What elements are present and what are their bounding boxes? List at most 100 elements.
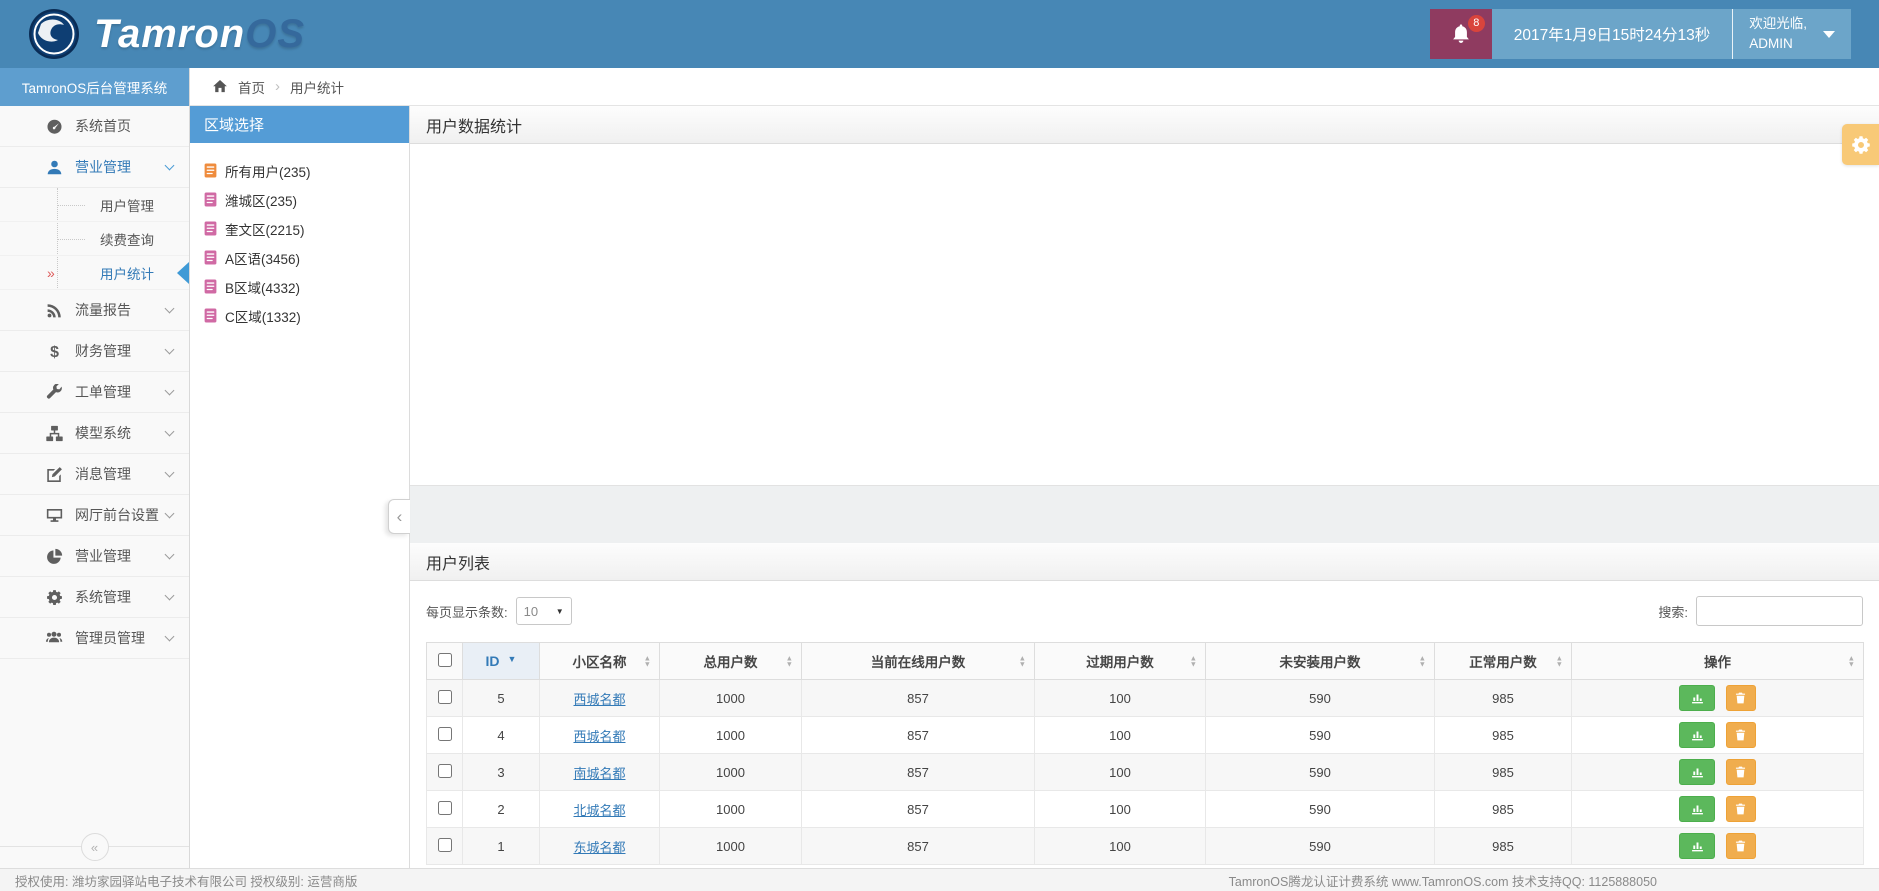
trash-icon xyxy=(1736,729,1746,741)
region-item-a[interactable]: A区语(3456) xyxy=(204,243,409,272)
table-row: 4 西城名都 1000 857 100 590 985 xyxy=(426,716,1864,754)
cell-uninstalled: 590 xyxy=(1205,679,1435,717)
column-header-expired-users[interactable]: 过期用户数 ▲ ▼ xyxy=(1034,642,1206,680)
wrench-icon xyxy=(44,383,64,401)
license-info: 授权使用: 潍坊家园驿站电子技术有限公司 授权级别: 运营商版 xyxy=(15,874,358,889)
sidebar-item-label: 工单管理 xyxy=(75,384,131,400)
search-input[interactable] xyxy=(1696,596,1863,626)
building-icon xyxy=(204,308,217,323)
sidebar-item-model-system[interactable]: 模型系统 xyxy=(0,413,189,454)
building-icon xyxy=(204,221,217,236)
column-header-actions[interactable]: 操作 ▲ ▼ xyxy=(1571,642,1864,680)
column-header-online-users[interactable]: 当前在线用户数 ▲ ▼ xyxy=(801,642,1035,680)
sort-icon[interactable]: ▲ ▼ xyxy=(786,655,793,667)
sort-icon[interactable]: ▲ ▼ xyxy=(644,655,651,667)
sidebar-item-front-desk-settings[interactable]: 网厅前台设置 xyxy=(0,495,189,536)
chart-button[interactable] xyxy=(1679,796,1716,822)
cell-normal: 985 xyxy=(1434,753,1572,791)
sidebar-bottom: « xyxy=(0,833,189,868)
delete-button[interactable] xyxy=(1725,833,1756,859)
column-header-community[interactable]: 小区名称 ▲ ▼ xyxy=(539,642,660,680)
select-all-checkbox[interactable] xyxy=(437,652,452,667)
cell-expired: 100 xyxy=(1034,827,1206,865)
wordmark-part1: Tamron xyxy=(94,11,246,56)
cell-id: 5 xyxy=(462,679,540,717)
breadcrumb-home[interactable]: 首页 xyxy=(238,77,265,97)
region-item-b[interactable]: B区域(4332) xyxy=(204,272,409,301)
dotted-connector xyxy=(58,204,85,206)
bar-chart-icon xyxy=(1691,805,1703,815)
region-item-label: B区域(4332) xyxy=(225,280,301,296)
region-item-c[interactable]: C区域(1332) xyxy=(204,301,409,330)
community-link[interactable]: 南城名都 xyxy=(573,766,625,781)
delete-button[interactable] xyxy=(1725,796,1756,822)
sidebar-item-business-management-2[interactable]: 营业管理 xyxy=(0,536,189,577)
row-checkbox[interactable] xyxy=(437,800,452,815)
row-checkbox[interactable] xyxy=(437,726,452,741)
cell-uninstalled: 590 xyxy=(1205,753,1435,791)
sidebar-subitem-label: 用户管理 xyxy=(100,198,154,214)
community-link[interactable]: 东城名都 xyxy=(573,840,625,855)
community-link[interactable]: 西城名都 xyxy=(573,692,625,707)
sidebar-item-system-management[interactable]: 系统管理 xyxy=(0,577,189,618)
region-item-kuiwen[interactable]: 奎文区(2215) xyxy=(204,214,409,243)
list-panel-title: 用户列表 xyxy=(410,543,1879,581)
bar-chart-icon xyxy=(1691,842,1703,852)
vendor-info: TamronOS腾龙认证计费系统 www.TamronOS.com 技术支持QQ… xyxy=(1228,874,1657,889)
column-header-uninstalled-users[interactable]: 未安装用户数 ▲ ▼ xyxy=(1205,642,1435,680)
sort-icon[interactable]: ▲ ▼ xyxy=(1419,655,1426,667)
sidebar-item-traffic-report[interactable]: 流量报告 xyxy=(0,290,189,331)
delete-button[interactable] xyxy=(1725,759,1756,785)
delete-button[interactable] xyxy=(1725,722,1756,748)
page-footer: 授权使用: 潍坊家园驿站电子技术有限公司 授权级别: 运营商版 TamronOS… xyxy=(0,868,1879,891)
gears-icon xyxy=(44,589,64,606)
sort-icon[interactable]: ▲ ▼ xyxy=(1019,655,1026,667)
stats-panel-title: 用户数据统计 xyxy=(410,106,1879,144)
sidebar-item-admin-management[interactable]: 管理员管理 xyxy=(0,618,189,659)
chart-button[interactable] xyxy=(1679,833,1716,859)
sort-icon[interactable]: ▲ ▼ xyxy=(1848,655,1855,667)
sidebar-item-message-management[interactable]: 消息管理 xyxy=(0,454,189,495)
users-icon xyxy=(44,630,64,647)
community-link[interactable]: 西城名都 xyxy=(573,729,625,744)
chart-button[interactable] xyxy=(1679,759,1716,785)
user-menu[interactable]: 欢迎光临, ADMIN xyxy=(1733,9,1851,59)
sidebar-collapse-button[interactable]: « xyxy=(80,833,109,861)
sidebar-subitem-renewal-query[interactable]: 续费查询 xyxy=(0,222,189,256)
chart-button[interactable] xyxy=(1679,722,1716,748)
sidebar-subitem-user-statistics[interactable]: » 用户统计 xyxy=(0,256,189,290)
sidebar-subitem-user-management[interactable]: 用户管理 xyxy=(0,188,189,222)
sort-icon[interactable]: ▲ ▼ xyxy=(1190,655,1197,667)
collapse-region-handle[interactable]: ‹ xyxy=(388,499,410,534)
user-table: ID ▼ 小区名称 ▲ ▼ 总用户数 ▲ ▼ 当前在线用户数 ▲ ▼ 过期用户数 ▲ ▼ 未安装用… xyxy=(426,642,1864,865)
row-checkbox[interactable] xyxy=(437,763,452,778)
sidebar-item-finance-management[interactable]: $ 财务管理 xyxy=(0,331,189,372)
region-item-label: 潍城区(235) xyxy=(225,193,298,209)
settings-tab-button[interactable] xyxy=(1842,124,1879,165)
chevron-down-icon xyxy=(164,631,175,641)
delete-button[interactable] xyxy=(1725,685,1756,711)
column-header-total-users[interactable]: 总用户数 ▲ ▼ xyxy=(659,642,802,680)
column-label: 正常用户数 xyxy=(1469,655,1537,670)
sidebar-item-work-order[interactable]: 工单管理 xyxy=(0,372,189,413)
sidebar-item-label: 财务管理 xyxy=(75,343,131,359)
region-item-weicheng[interactable]: 潍城区(235) xyxy=(204,185,409,214)
sidebar-item-system-home[interactable]: 系统首页 xyxy=(0,106,189,147)
select-all-cell xyxy=(426,642,463,680)
community-link[interactable]: 北城名都 xyxy=(573,803,625,818)
building-icon xyxy=(204,163,217,178)
region-item-all-users[interactable]: 所有用户(235) xyxy=(204,156,409,185)
column-header-normal-users[interactable]: 正常用户数 ▲ ▼ xyxy=(1434,642,1572,680)
row-checkbox[interactable] xyxy=(437,689,452,704)
select-caret-icon: ▼ xyxy=(555,606,564,616)
page-size-select[interactable]: 10 ▼ xyxy=(515,597,572,625)
notification-count-badge: 8 xyxy=(1467,15,1485,32)
sidebar-item-business-management[interactable]: 营业管理 xyxy=(0,147,189,188)
sort-icon[interactable]: ▲ ▼ xyxy=(1556,655,1563,667)
sitemap-icon xyxy=(44,425,64,442)
notifications-button[interactable]: 8 xyxy=(1429,9,1492,59)
column-header-id[interactable]: ID ▼ xyxy=(462,642,540,680)
chart-button[interactable] xyxy=(1679,685,1716,711)
row-checkbox[interactable] xyxy=(437,837,452,852)
app-logo: TamronOS xyxy=(28,8,305,60)
